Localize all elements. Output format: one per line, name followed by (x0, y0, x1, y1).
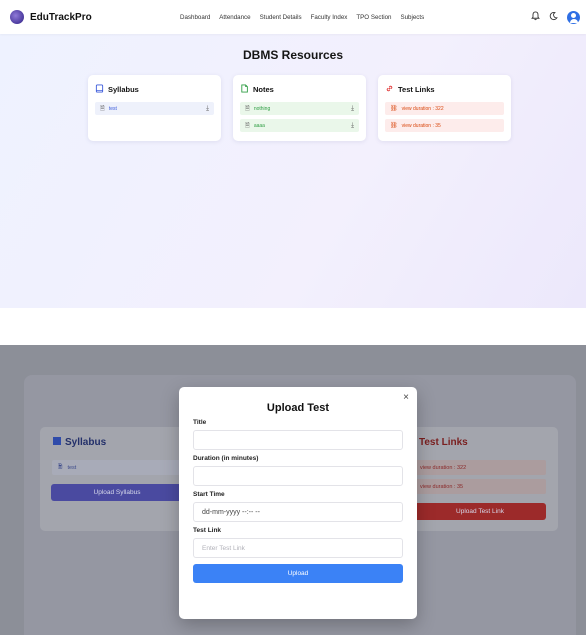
link-icon: ⛓ (390, 123, 398, 129)
nav-link-attendance[interactable]: Attendance (219, 14, 250, 21)
start-time-input[interactable]: dd-mm-yyyy --:-- -- (193, 502, 403, 522)
test-link-text: view duration : 322 (401, 105, 444, 112)
test-links-card-header: Test Links (385, 84, 504, 95)
nav-links: Dashboard Attendance Student Details Fac… (180, 0, 424, 34)
notes-item-name: nothing (253, 105, 271, 112)
background-upload-syllabus-button: Upload Syllabus (51, 484, 183, 501)
start-time-label: Start Time (193, 491, 225, 498)
nav-icons (531, 0, 580, 34)
duration-input[interactable] (193, 466, 403, 486)
background-syllabus-item-text: test (67, 464, 77, 471)
upload-test-dialog-screen: Syllabus 🗎 test Upload Syllabus Test Link… (0, 345, 586, 635)
background-syllabus-title: Syllabus (53, 437, 106, 448)
download-icon[interactable]: ⤓ (351, 122, 354, 130)
file-icon: 🗎 (245, 122, 250, 129)
nav-link-dashboard[interactable]: Dashboard (180, 14, 210, 21)
notes-card-title: Notes (253, 85, 274, 94)
notes-card-header: Notes (240, 84, 359, 95)
test-link-item[interactable]: ⛓ view duration : 322 (385, 102, 504, 115)
upload-test-modal: × Upload Test Title Duration (in minutes… (179, 387, 417, 619)
brand-name: EduTrackPro (30, 11, 92, 23)
test-links-card: Test Links ⛓ view duration : 322 ⛓ view … (378, 75, 511, 141)
link-icon: ⛓ (390, 106, 398, 112)
test-link-label: Test Link (193, 527, 222, 534)
syllabus-card-title: Syllabus (108, 85, 139, 94)
nav-link-subjects[interactable]: Subjects (400, 14, 424, 21)
syllabus-card-header: Syllabus (95, 84, 214, 95)
background-test-row: view duration : 35 (414, 479, 546, 494)
test-links-card-title: Test Links (398, 85, 435, 94)
syllabus-item[interactable]: 🗎 test ⤓ (95, 102, 214, 115)
moon-icon[interactable] (549, 11, 558, 23)
nav-link-tpo-section[interactable]: TPO Section (356, 14, 391, 21)
nav-link-faculty-index[interactable]: Faculty Index (311, 14, 348, 21)
title-input[interactable] (193, 430, 403, 450)
close-icon[interactable]: × (403, 392, 409, 403)
test-link-input[interactable]: Enter Test Link (193, 538, 403, 558)
download-icon[interactable]: ⤓ (351, 105, 354, 113)
book-icon (53, 437, 61, 445)
background-syllabus-item: 🗎 test (52, 460, 182, 475)
brand-logo-icon (10, 10, 24, 24)
test-link-item[interactable]: ⛓ view duration : 35 (385, 119, 504, 132)
syllabus-card: Syllabus 🗎 test ⤓ (88, 75, 221, 141)
link-icon (385, 84, 394, 95)
notes-item[interactable]: 🗎 nothing ⤓ (240, 102, 359, 115)
upload-button[interactable]: Upload (193, 564, 403, 583)
brand[interactable]: EduTrackPro (10, 10, 92, 24)
modal-title: Upload Test (266, 402, 330, 414)
notes-item-name: aaaa (253, 122, 265, 129)
user-icon[interactable] (567, 10, 580, 24)
document-icon (240, 84, 249, 95)
file-icon: 🗎 (245, 105, 250, 112)
background-syllabus-title-text: Syllabus (65, 437, 107, 448)
page-title: DBMS Resources (242, 48, 344, 62)
file-icon: 🗎 (100, 105, 105, 112)
nav-link-student-details[interactable]: Student Details (260, 14, 302, 21)
resources-page: EduTrackPro Dashboard Attendance Student… (0, 0, 586, 308)
bell-icon[interactable] (531, 11, 540, 23)
file-icon: 🗎 (58, 464, 63, 470)
notes-item[interactable]: 🗎 aaaa ⤓ (240, 119, 359, 132)
notes-card: Notes 🗎 nothing ⤓ 🗎 aaaa ⤓ (233, 75, 366, 141)
navbar: EduTrackPro Dashboard Attendance Student… (0, 0, 586, 34)
download-icon[interactable]: ⤓ (206, 105, 209, 113)
background-test-row: view duration : 322 (414, 460, 546, 475)
test-link-text: view duration : 35 (401, 122, 441, 129)
title-label: Title (193, 419, 207, 426)
book-icon (95, 84, 104, 95)
duration-label: Duration (in minutes) (193, 455, 259, 462)
background-test-links-title: Test Links (419, 437, 468, 448)
background-upload-test-link-button: Upload Test Link (414, 503, 546, 520)
syllabus-item-name: test (108, 105, 117, 112)
